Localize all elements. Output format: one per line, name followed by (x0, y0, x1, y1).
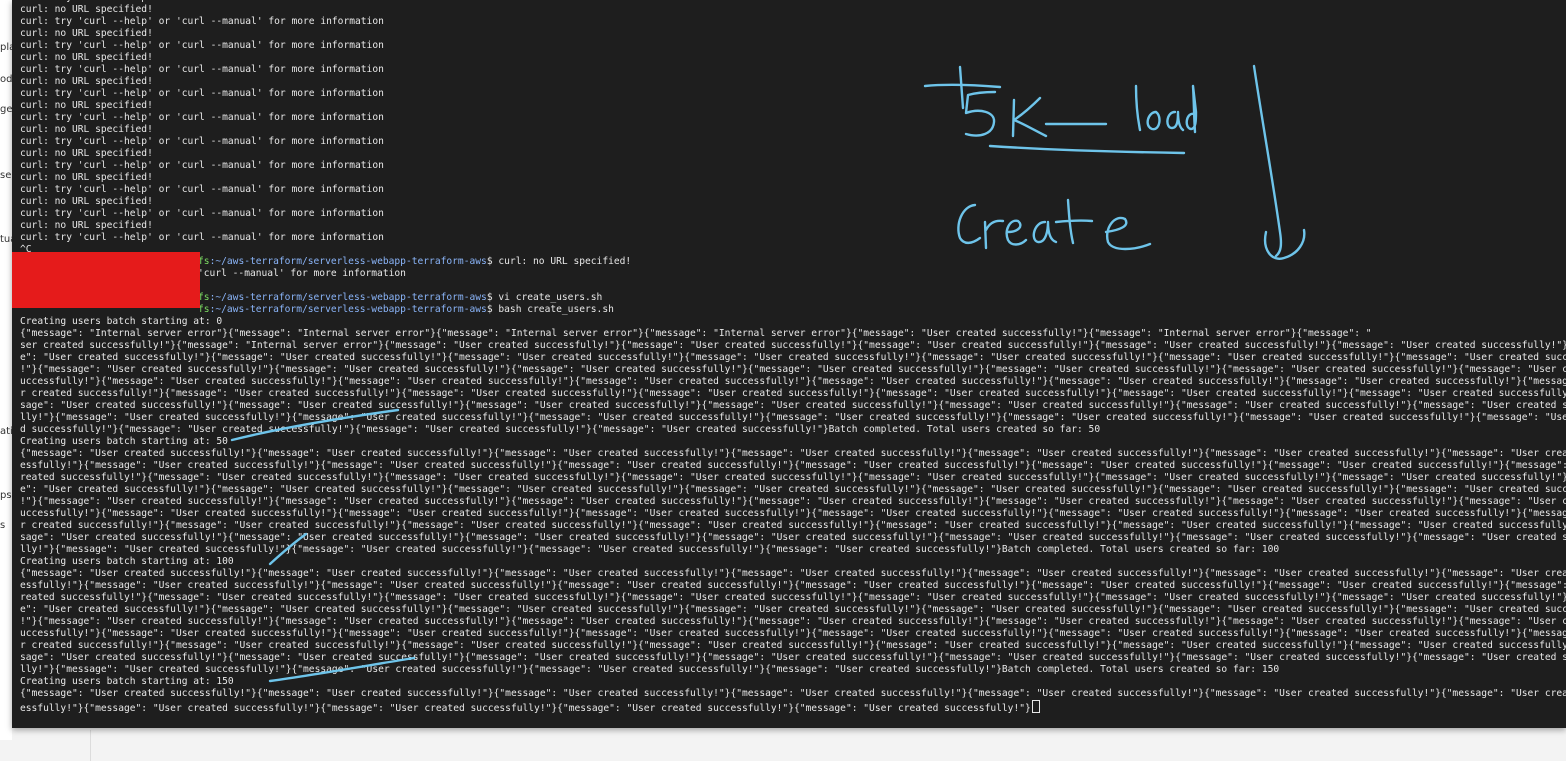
terminal-line: sage": "User created successfully!"}{"me… (20, 652, 1566, 663)
prompt-line: fs:~/aws-terraform/serverless-webapp-ter… (20, 304, 1566, 316)
terminal-window[interactable]: curl: try 'curl --help' or 'curl --manua… (12, 0, 1566, 728)
terminal-line: !"}{"message": "User created successfull… (20, 496, 1566, 507)
terminal-line: curl: no URL specified! (20, 124, 153, 135)
terminal-line: curl: try 'curl --help' or 'curl --manua… (20, 112, 384, 123)
terminal-line: uccessfully!"}{"message": "User created … (20, 376, 1566, 387)
terminal-line: r created successfully!"}{"message": "Us… (20, 388, 1566, 399)
terminal-line: sage": "User created successfully!"}{"me… (20, 400, 1566, 411)
terminal-line: curl: no URL specified! (20, 196, 153, 207)
terminal-line: uccessfully!"}{"message": "User created … (20, 508, 1566, 519)
terminal-line: r created successfully!"}{"message": "Us… (20, 520, 1566, 531)
terminal-line: lly!"}{"message": "User created successf… (20, 544, 1280, 555)
background-fragment: ode (0, 74, 12, 85)
terminal-line: lly!"}{"message": "User created successf… (20, 412, 1566, 423)
background-fragment: s (0, 520, 6, 531)
terminal-cursor (1031, 700, 1040, 713)
terminal-line: essfully!"}{"message": "User created suc… (20, 580, 1566, 591)
terminal-line: Creating users batch starting at: 100 (20, 556, 234, 567)
prompt-command: $ curl: no URL specified! (486, 256, 632, 267)
redaction-box (12, 252, 200, 308)
background-fragment: ps (0, 490, 12, 501)
terminal-line: sage": "User created successfully!"}{"me… (20, 532, 1566, 543)
background-fragment: tua (0, 234, 12, 245)
terminal-line: curl: try 'curl --help' or 'curl --manua… (20, 232, 384, 243)
terminal-line: curl: try 'curl --help' or 'curl --manua… (20, 208, 384, 219)
background-fragment: atio (0, 426, 12, 437)
prompt-command: $ vi create_users.sh (486, 292, 603, 303)
terminal-line: lly!"}{"message": "User created successf… (20, 664, 1280, 675)
terminal-line: e": "User created successfully!"}{"messa… (20, 604, 1566, 615)
background-fragment: se (0, 170, 12, 181)
background-fragment: pla (0, 42, 12, 53)
terminal-line: {"message": "Internal server error"}{"me… (20, 328, 1372, 339)
terminal-line: curl: no URL specified! (20, 76, 153, 87)
terminal-line: curl: try 'curl --help' or 'curl --manua… (20, 40, 384, 51)
terminal-line: curl: no URL specified! (20, 220, 153, 231)
terminal-line: 'curl --manual' for more information (198, 268, 406, 279)
terminal-line: curl: try 'curl --help' or 'curl --manua… (20, 64, 384, 75)
terminal-line: Creating users batch starting at: 150 (20, 676, 234, 687)
terminal-line: curl: no URL specified! (20, 52, 153, 63)
terminal-line: {"message": "User created successfully!"… (20, 688, 1566, 699)
terminal-line: Creating users batch starting at: 50 (20, 436, 228, 447)
terminal-line: curl: try 'curl --help' or 'curl --manua… (20, 136, 384, 147)
terminal-line: e": "User created successfully!"}{"messa… (20, 352, 1566, 363)
terminal-line: uccessfully!"}{"message": "User created … (20, 628, 1566, 639)
prompt-path: :~/aws-terraform/serverless-webapp-terra… (209, 292, 487, 303)
terminal-line: {"message": "User created successfully!"… (20, 448, 1566, 459)
background-fragment: ges (0, 104, 12, 115)
terminal-line: r created successfully!"}{"message": "Us… (20, 640, 1566, 651)
terminal-line: curl: try 'curl --help' or 'curl --manua… (20, 16, 384, 27)
terminal-line: curl: try 'curl --help' or 'curl --manua… (20, 160, 384, 171)
terminal-line: curl: no URL specified! (20, 148, 153, 159)
terminal-line: ser created successfully!"}{"message": "… (20, 340, 1566, 351)
prompt-command: $ bash create_users.sh (486, 304, 614, 315)
terminal-line: ^C (20, 244, 32, 255)
terminal-line: reated successfully!"}{"message": "User … (20, 472, 1566, 483)
terminal-line: curl: no URL specified! (20, 172, 153, 183)
terminal-line: Creating users batch starting at: 0 (20, 316, 223, 327)
terminal-line: curl: no URL specified! (20, 4, 153, 15)
terminal-line: curl: no URL specified! (20, 28, 153, 39)
terminal-line: reated successfully!"}{"message": "User … (20, 592, 1566, 603)
terminal-line: d successfully!"}{"message": "User creat… (20, 424, 1101, 435)
prompt-line: fs:~/aws-terraform/serverless-webapp-ter… (20, 292, 1566, 304)
terminal-output[interactable]: curl: try 'curl --help' or 'curl --manua… (20, 0, 1566, 714)
terminal-line: {"message": "User created successfully!"… (20, 568, 1566, 579)
terminal-line: curl: try 'curl --help' or 'curl --manua… (20, 184, 384, 195)
terminal-line: curl: try 'curl --help' or 'curl --manua… (20, 88, 384, 99)
prompt-path: :~/aws-terraform/serverless-webapp-terra… (209, 256, 487, 267)
background-divider (90, 730, 91, 761)
terminal-line: e": "User created successfully!"}{"messa… (20, 484, 1566, 495)
terminal-line: curl: no URL specified! (20, 100, 153, 111)
prompt-path: :~/aws-terraform/serverless-webapp-terra… (209, 304, 487, 315)
terminal-line: essfully!"}{"message": "User created suc… (20, 460, 1566, 471)
terminal-line: essfully!"}{"message": "User created suc… (20, 700, 1566, 714)
background-sidebar-strip: pla ode ges se tua atio ps s (0, 0, 12, 740)
terminal-line: !"}{"message": "User created successfull… (20, 616, 1566, 627)
terminal-line: !"}{"message": "User created successfull… (20, 364, 1566, 375)
prompt-line: fs:~/aws-terraform/serverless-webapp-ter… (20, 256, 1566, 268)
